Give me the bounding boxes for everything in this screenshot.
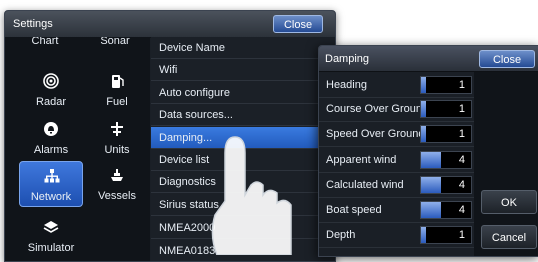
damping-label: Depth [326, 229, 356, 241]
list-item-sirius-status[interactable]: Sirius status [151, 194, 335, 216]
damping-value: 1 [458, 128, 465, 140]
settings-close-button[interactable]: Close [273, 15, 323, 33]
damping-value-field[interactable]: 1 [420, 125, 472, 143]
damping-row-apparent-wind[interactable]: Apparent wind 4 [319, 149, 474, 173]
category-label: Network [30, 191, 72, 203]
units-icon [111, 122, 123, 136]
category-label: Fuel [106, 96, 128, 108]
damping-level-bar [421, 227, 426, 243]
damping-row-calculated-wind[interactable]: Calculated wind 4 [319, 174, 474, 198]
damping-value-field[interactable]: 1 [420, 100, 472, 118]
list-item-auto-configure[interactable]: Auto configure [151, 82, 335, 104]
list-item-device-name[interactable]: Device Name [151, 37, 335, 59]
category-label: Chart [31, 37, 59, 47]
list-item-nmea0183[interactable]: NMEA0183 [151, 240, 335, 261]
settings-title: Settings [13, 18, 53, 30]
damping-label: Heading [326, 79, 367, 91]
damping-list: Heading 1 Course Over Ground 1 Speed Ove… [319, 72, 474, 256]
fuel-icon [112, 75, 124, 88]
category-radar[interactable]: Radar [21, 67, 81, 115]
damping-label: Apparent wind [326, 154, 397, 166]
damping-value-field[interactable]: 4 [420, 176, 472, 194]
category-fuel[interactable]: Fuel [87, 67, 147, 115]
settings-window: Settings Close Chart Sonar Radar Fuel Al… [4, 10, 336, 262]
damping-value: 1 [458, 103, 465, 115]
damping-row-heading[interactable]: Heading 1 [319, 74, 474, 98]
alarm-icon [44, 122, 58, 136]
damping-value: 1 [458, 229, 465, 241]
category-label: Vessels [98, 190, 136, 202]
simulator-icon [43, 221, 59, 233]
list-item-nmea2000[interactable]: NMEA2000 [151, 217, 335, 239]
category-alarms[interactable]: Alarms [21, 115, 81, 163]
damping-level-bar [421, 177, 441, 193]
damping-label: Speed Over Ground [326, 128, 425, 140]
damping-value-field[interactable]: 4 [420, 151, 472, 169]
category-chart[interactable]: Chart [15, 37, 75, 53]
damping-value-field[interactable]: 1 [420, 76, 472, 94]
damping-level-bar [421, 126, 426, 142]
damping-row-speed-over-ground[interactable]: Speed Over Ground 1 [319, 123, 474, 147]
damping-value-field[interactable]: 4 [420, 201, 472, 219]
category-label: Units [104, 144, 130, 156]
damping-level-bar [421, 101, 426, 117]
damping-label: Boat speed [326, 204, 382, 216]
settings-category-pane: Chart Sonar Radar Fuel Alarms Units Netw… [5, 37, 150, 261]
category-label: Radar [36, 96, 66, 108]
damping-level-bar [421, 152, 441, 168]
ok-button[interactable]: OK [481, 190, 537, 214]
category-simulator[interactable]: Simulator [21, 213, 81, 261]
damping-row-course-over-ground[interactable]: Course Over Ground 1 [319, 98, 474, 122]
category-label: Sonar [100, 37, 130, 47]
damping-title: Damping [325, 53, 370, 65]
category-label: Alarms [33, 144, 69, 156]
list-item-wifi[interactable]: Wifi [151, 59, 335, 81]
cancel-button[interactable]: Cancel [481, 225, 537, 249]
damping-label: Calculated wind [326, 179, 404, 191]
damping-value: 4 [458, 179, 465, 191]
damping-level-bar [421, 77, 426, 93]
damping-value: 4 [458, 154, 465, 166]
radar-icon [43, 73, 59, 89]
damping-value-field[interactable]: 1 [420, 226, 472, 244]
damping-value: 1 [458, 79, 465, 91]
damping-label: Course Over Ground [326, 103, 429, 115]
damping-value: 4 [458, 204, 465, 216]
list-item-data-sources[interactable]: Data sources... [151, 104, 335, 126]
list-item-damping[interactable]: Damping... [151, 127, 335, 149]
damping-row-depth[interactable]: Depth 1 [319, 224, 474, 248]
damping-close-button[interactable]: Close [479, 50, 535, 68]
settings-title-bar: Settings Close [5, 11, 335, 38]
vessels-icon [111, 169, 123, 181]
category-network[interactable]: Network [19, 161, 83, 207]
damping-row-boat-speed[interactable]: Boat speed 4 [319, 199, 474, 223]
category-sonar[interactable]: Sonar [85, 37, 145, 53]
damping-dialog: Damping Close Heading 1 Course Over Grou… [318, 45, 538, 257]
category-label: Simulator [27, 242, 75, 254]
damping-level-bar [421, 202, 441, 218]
list-item-device-list[interactable]: Device list [151, 149, 335, 171]
list-item-diagnostics[interactable]: Diagnostics [151, 171, 335, 193]
category-units[interactable]: Units [87, 115, 147, 163]
category-vessels[interactable]: Vessels [87, 161, 147, 209]
network-icon [44, 169, 60, 183]
damping-title-bar: Damping Close [319, 46, 538, 72]
settings-item-list: Device Name Wifi Auto configure Data sou… [151, 37, 335, 261]
